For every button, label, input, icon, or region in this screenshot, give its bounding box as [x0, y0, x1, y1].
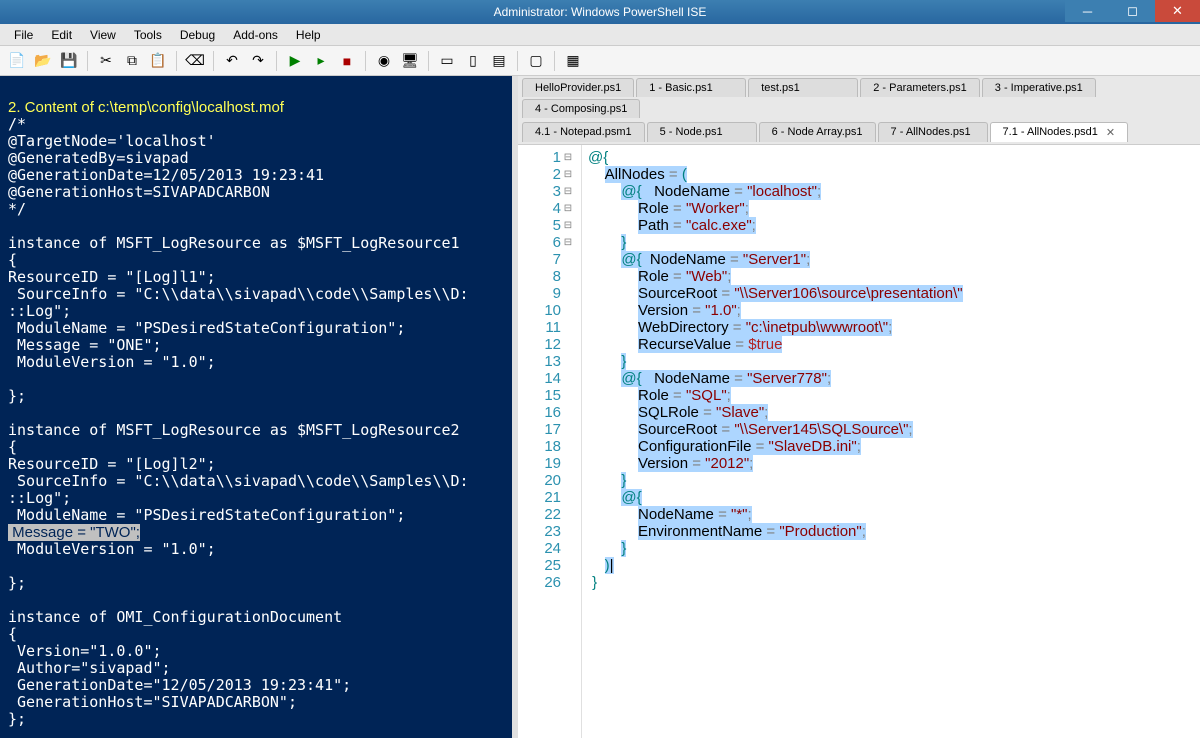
layout2-icon[interactable]: ▯ [462, 50, 484, 72]
tab[interactable]: 2 - Parameters.ps1 [860, 78, 980, 97]
minimize-button[interactable]: ─ [1065, 0, 1110, 22]
maximize-button[interactable]: ◻ [1110, 0, 1155, 22]
tab[interactable]: 1 - Basic.ps1 [636, 78, 746, 97]
tab[interactable]: 7.1 - AllNodes.psd1✕ [990, 122, 1129, 142]
menu-edit[interactable]: Edit [43, 26, 80, 44]
menu-help[interactable]: Help [288, 26, 329, 44]
stop-icon[interactable]: ■ [336, 50, 358, 72]
script-pane: HelloProvider.ps11 - Basic.ps1test.ps12 … [518, 76, 1200, 738]
code-editor[interactable]: 1234567891011121314151617181920212223242… [518, 145, 1200, 738]
menu-file[interactable]: File [6, 26, 41, 44]
redo-icon[interactable]: ↷ [247, 50, 269, 72]
line-gutter: 1234567891011121314151617181920212223242… [518, 145, 582, 738]
undo-icon[interactable]: ↶ [221, 50, 243, 72]
tab[interactable]: 4 - Composing.ps1 [522, 99, 640, 118]
tab[interactable]: 3 - Imperative.ps1 [982, 78, 1096, 97]
toggle-pane-icon[interactable]: ▢ [525, 50, 547, 72]
menubar: FileEditViewToolsDebugAdd-onsHelp [0, 24, 1200, 46]
tab[interactable]: HelloProvider.ps1 [522, 78, 634, 97]
open-file-icon[interactable]: 📂 [32, 50, 54, 72]
menu-view[interactable]: View [82, 26, 124, 44]
close-icon[interactable]: ✕ [1106, 126, 1115, 139]
paste-icon[interactable]: 📋 [147, 50, 169, 72]
menu-debug[interactable]: Debug [172, 26, 223, 44]
layout3-icon[interactable]: ▤ [488, 50, 510, 72]
cut-icon[interactable]: ✂ [95, 50, 117, 72]
tab-strip: HelloProvider.ps11 - Basic.ps1test.ps12 … [518, 76, 1200, 145]
tab[interactable]: 5 - Node.ps1 [647, 122, 757, 142]
new-file-icon[interactable]: 📄 [6, 50, 28, 72]
tab[interactable]: 7 - AllNodes.ps1 [878, 122, 988, 142]
tab[interactable]: test.ps1 [748, 78, 858, 97]
menu-tools[interactable]: Tools [126, 26, 170, 44]
remote-icon[interactable]: 🖥 [399, 50, 421, 72]
copy-icon[interactable]: ⧉ [121, 50, 143, 72]
tab[interactable]: 4.1 - Notepad.psm1 [522, 122, 645, 142]
tab[interactable]: 6 - Node Array.ps1 [759, 122, 876, 142]
run-icon[interactable]: ▶ [284, 50, 306, 72]
window-title: Administrator: Windows PowerShell ISE [494, 5, 707, 19]
clear-icon[interactable]: ⌫ [184, 50, 206, 72]
toolbar: 📄 📂 💾 ✂ ⧉ 📋 ⌫ ↶ ↷ ▶ ▸ ■ ◉ 🖥 ▭ ▯ ▤ ▢ ▦ [0, 46, 1200, 76]
window-titlebar: Administrator: Windows PowerShell ISE ─ … [0, 0, 1200, 24]
menu-add-ons[interactable]: Add-ons [225, 26, 286, 44]
breakpoint-icon[interactable]: ◉ [373, 50, 395, 72]
run-selection-icon[interactable]: ▸ [310, 50, 332, 72]
command-addon-icon[interactable]: ▦ [562, 50, 584, 72]
save-icon[interactable]: 💾 [58, 50, 80, 72]
layout1-icon[interactable]: ▭ [436, 50, 458, 72]
console-pane[interactable]: 2. Content of c:\temp\config\localhost.m… [0, 76, 512, 738]
close-button[interactable]: ✕ [1155, 0, 1200, 22]
